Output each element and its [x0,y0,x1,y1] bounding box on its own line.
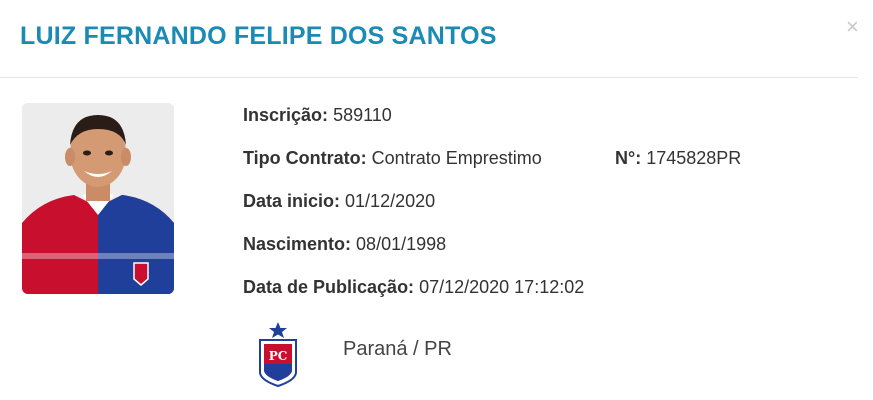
club-info: PC Paraná / PR [252,318,812,392]
parana-clube-crest-icon: PC [259,322,297,388]
numero-label: N°: [615,148,642,168]
numero-value: 1745828PR [646,148,742,168]
contract-number: N°: 1745828PR [615,145,741,171]
club-name: Paraná / PR [343,338,452,360]
inscricao-label: Inscrição: [243,105,329,125]
nascimento-label: Nascimento: [243,234,352,254]
close-button[interactable]: × [846,16,859,38]
tipo-contrato-value: Contrato Emprestimo [371,148,542,168]
nascimento-value: 08/01/1998 [356,234,447,254]
player-name-title: LUIZ FERNANDO FELIPE DOS SANTOS [20,22,497,50]
modal-header: LUIZ FERNANDO FELIPE DOS SANTOS [0,0,858,78]
nascimento-row: Nascimento: 08/01/1998 [243,231,446,257]
player-modal: LUIZ FERNANDO FELIPE DOS SANTOS × Inscri… [0,0,873,400]
publicacao-label: Data de Publicação: [243,277,415,297]
tipo-contrato-label: Tipo Contrato: [243,148,367,168]
data-inicio-row: Data inicio: 01/12/2020 [243,188,435,214]
player-photo [22,103,174,294]
data-inicio-value: 01/12/2020 [345,191,436,211]
publicacao-value: 07/12/2020 17:12:02 [419,277,585,297]
svg-text:PC: PC [269,349,288,363]
data-inicio-label: Data inicio: [243,191,341,211]
tipo-contrato-row: Tipo Contrato: Contrato Emprestimo N°: 1… [243,145,741,171]
inscricao-row: Inscrição: 589110 [243,102,392,128]
inscricao-value: 589110 [333,105,392,125]
publicacao-row: Data de Publicação: 07/12/2020 17:12:02 [243,274,584,300]
